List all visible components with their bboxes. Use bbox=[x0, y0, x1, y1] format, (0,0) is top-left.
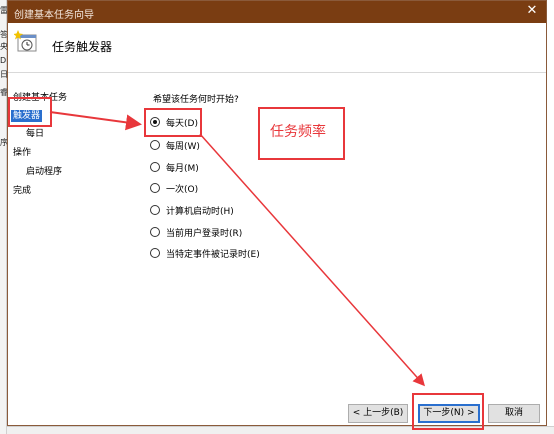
option-label: 计算机启动时(H) bbox=[166, 206, 234, 217]
page-title: 任务触发器 bbox=[52, 40, 113, 54]
option-once[interactable]: 一次(O) bbox=[150, 181, 198, 195]
option-label: 每月(M) bbox=[166, 163, 199, 174]
option-computer-startup[interactable]: 计算机启动时(H) bbox=[150, 203, 234, 217]
window-title: 创建基本任务向导 bbox=[14, 10, 94, 21]
radio-button[interactable] bbox=[150, 227, 160, 237]
option-weekly[interactable]: 每周(W) bbox=[150, 138, 200, 152]
trigger-options-pane: 希望该任务何时开始? 每天(D) 每周(W) 每月(M) 一次(O) 计算机启动… bbox=[146, 74, 546, 394]
task-clock-icon bbox=[14, 30, 37, 52]
radio-button[interactable] bbox=[150, 140, 160, 150]
step-finish[interactable]: 完成 bbox=[11, 185, 33, 197]
annotation-box-daily bbox=[144, 108, 202, 137]
radio-button[interactable] bbox=[150, 162, 160, 172]
cancel-button[interactable]: 取消 bbox=[488, 404, 540, 423]
option-monthly[interactable]: 每月(M) bbox=[150, 160, 199, 174]
step-action[interactable]: 操作 bbox=[11, 147, 33, 159]
option-label: 当前用户登录时(R) bbox=[166, 228, 243, 239]
bg-char: D bbox=[0, 56, 7, 65]
title-bar: 创建基本任务向导 ✕ bbox=[8, 1, 546, 23]
step-start-program[interactable]: 启动程序 bbox=[24, 166, 64, 178]
option-user-logon[interactable]: 当前用户登录时(R) bbox=[150, 225, 242, 239]
option-event-logged[interactable]: 当特定事件被记录时(E) bbox=[150, 246, 260, 260]
radio-button[interactable] bbox=[150, 205, 160, 215]
option-label: 一次(O) bbox=[166, 184, 199, 195]
back-button[interactable]: < 上一步(B) bbox=[348, 404, 408, 423]
background-window-strip: 雷 答 央 D 日 睿 序 bbox=[0, 0, 8, 434]
annotation-box-next bbox=[412, 393, 484, 430]
trigger-question: 希望该任务何时开始? bbox=[153, 95, 239, 105]
step-daily[interactable]: 每日 bbox=[24, 128, 46, 140]
wizard-dialog: 创建基本任务向导 ✕ 任务触发器 创建基本任务 触发器 每日 操作 启动程序 完… bbox=[7, 0, 547, 426]
radio-button[interactable] bbox=[150, 248, 160, 258]
option-label: 当特定事件被记录时(E) bbox=[166, 249, 260, 260]
annotation-label: 任务频率 bbox=[270, 124, 326, 140]
option-label: 每周(W) bbox=[166, 141, 200, 152]
annotation-box-trigger bbox=[8, 97, 52, 127]
close-icon[interactable]: ✕ bbox=[524, 3, 540, 19]
radio-button[interactable] bbox=[150, 183, 160, 193]
wizard-header: 任务触发器 bbox=[8, 23, 546, 73]
